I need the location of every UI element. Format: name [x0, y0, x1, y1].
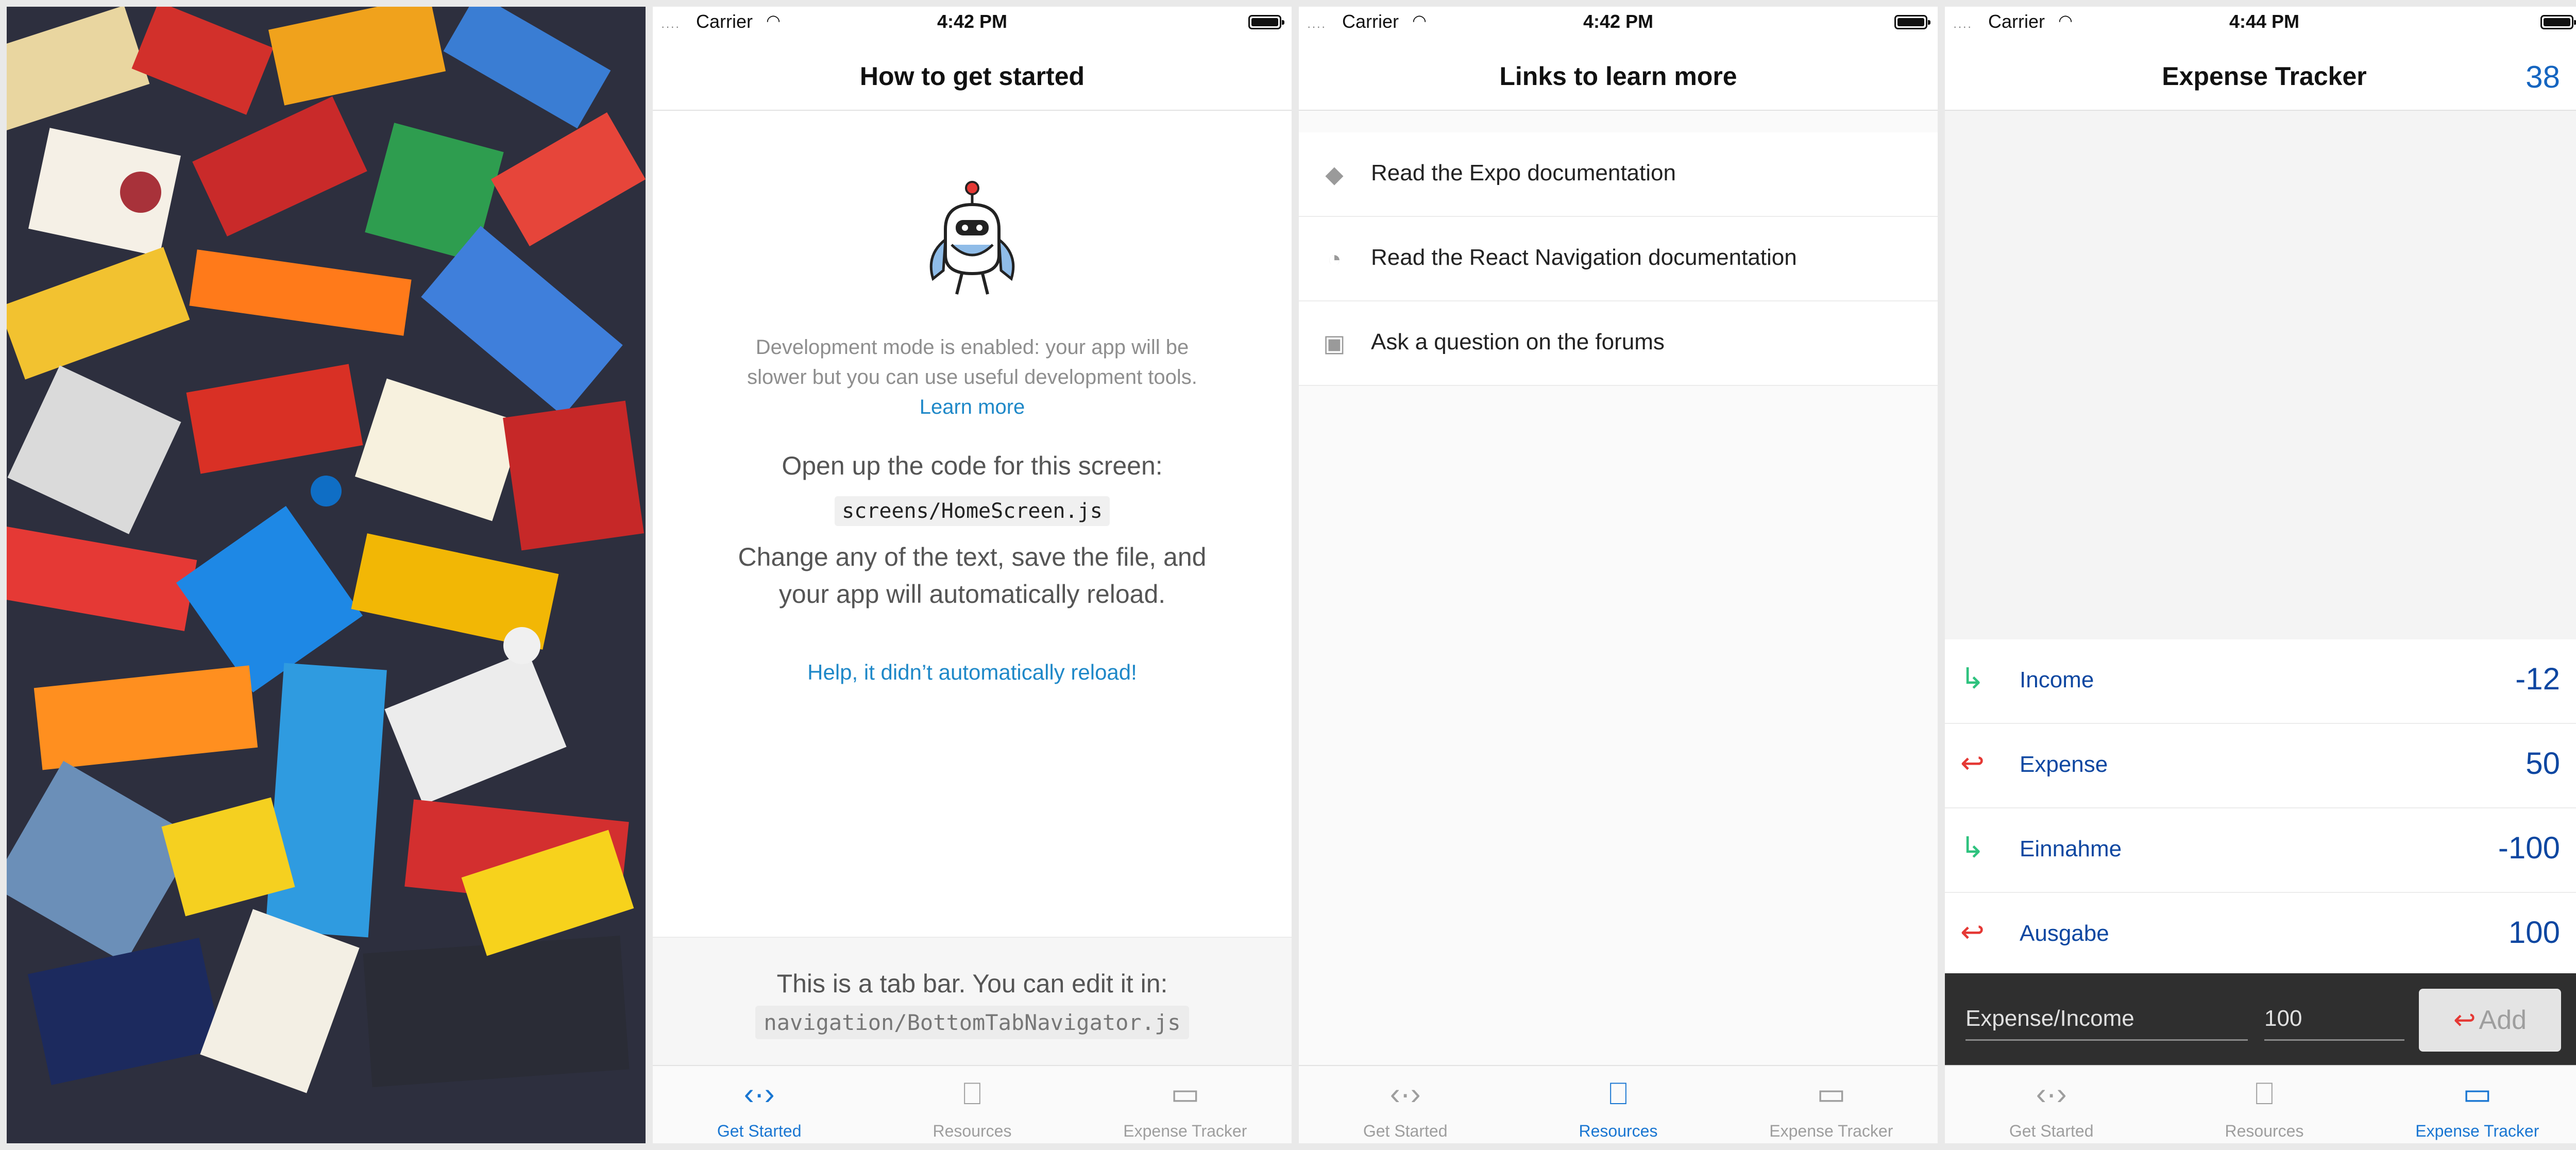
- nav-header: How to get started: [653, 38, 1292, 111]
- code-icon: ‹·›: [1389, 1076, 1421, 1111]
- expense-arrow-icon: ↩: [1960, 916, 1985, 948]
- expense-income-input[interactable]: Expense/Income: [1965, 1003, 2248, 1041]
- tab-resources[interactable]: ⎕ Resources: [1512, 1066, 1724, 1143]
- add-button-label: Add: [2479, 1005, 2527, 1035]
- expense-row-ausgabe[interactable]: ↩ Ausgabe 100: [1945, 893, 2576, 977]
- tab-label: Get Started: [2009, 1122, 2094, 1140]
- nav-header: Links to learn more: [1299, 38, 1938, 111]
- balance-total: 38: [2526, 60, 2560, 94]
- resources-content[interactable]: ◆ Read the Expo documentation ◔ Read the…: [1299, 111, 1938, 1066]
- nav-header: Expense Tracker 38: [1945, 38, 2576, 111]
- list-item-label: Read the Expo documentation: [1371, 160, 1676, 185]
- tab-get-started[interactable]: ‹·› Get Started: [653, 1066, 866, 1143]
- bricks-image: [7, 7, 646, 1143]
- tab-bar: ‹·› Get Started ⎕ Resources ▭ Expense Tr…: [653, 1065, 1292, 1143]
- help-reload-link[interactable]: Help, it didn’t automatically reload!: [653, 660, 1292, 685]
- expense-row-name: Ausgabe: [2020, 921, 2109, 946]
- status-time: 4:44 PM: [2229, 11, 2300, 32]
- tab-bar: ‹·› Get Started ⎕ Resources ▭ Expense Tr…: [1299, 1065, 1938, 1143]
- resources-screen: ···· Carrier ◠ 4:42 PM Links to learn mo…: [1299, 7, 1938, 1143]
- expense-row-expense[interactable]: ↩ Expense 50: [1945, 724, 2576, 808]
- code-icon: ‹·›: [743, 1076, 775, 1111]
- book-icon: ⎕: [2255, 1076, 2274, 1111]
- expense-list: ↳ Income -12 ↩ Expense 50 ↳ Einnahme -10…: [1945, 639, 2576, 977]
- learn-more-link[interactable]: Learn more: [920, 396, 1025, 418]
- status-bar: ···· Carrier ◠ 4:42 PM: [653, 7, 1292, 38]
- status-bar: ···· Carrier ◠ 4:42 PM: [1299, 7, 1938, 38]
- list-item-label: Ask a question on the forums: [1371, 329, 1665, 354]
- battery-icon: [2540, 15, 2576, 29]
- page-title: Expense Tracker: [2162, 62, 2367, 91]
- expense-row-name: Einnahme: [2020, 836, 2122, 861]
- battery-icon: [1248, 15, 1284, 29]
- tab-label: Resources: [933, 1122, 1012, 1140]
- tab-label: Expense Tracker: [1769, 1122, 1893, 1140]
- tab-expense-tracker[interactable]: ▭ Expense Tracker: [1725, 1066, 1938, 1143]
- expense-row-value: 50: [2526, 746, 2560, 781]
- amount-input[interactable]: 100: [2264, 1003, 2404, 1041]
- list-item-react-navigation-docs[interactable]: ◔ Read the React Navigation documentatio…: [1299, 217, 1938, 301]
- expense-row-value: 100: [2508, 915, 2560, 950]
- status-time: 4:42 PM: [1583, 11, 1654, 32]
- expense-tracker-screen: ···· Carrier ◠ 4:44 PM Expense Tracker 3…: [1945, 7, 2576, 1143]
- code-path-chip: screens/HomeScreen.js: [835, 496, 1110, 526]
- bricks-photo: [7, 7, 646, 1143]
- get-started-content[interactable]: Development mode is enabled: your app wi…: [653, 111, 1292, 937]
- bricks-image-art: [7, 7, 646, 1143]
- book-icon: ⎕: [1608, 1076, 1628, 1111]
- expense-empty-area: [1945, 111, 2576, 639]
- status-time: 4:42 PM: [937, 11, 1008, 32]
- open-code-text: Open up the code for this screen:: [782, 451, 1163, 480]
- money-icon: ▭: [2462, 1076, 2492, 1111]
- tab-expense-tracker[interactable]: ▭ Expense Tracker: [1079, 1066, 1292, 1143]
- page-title: Links to learn more: [1499, 62, 1737, 91]
- book-icon: ⎕: [962, 1076, 981, 1111]
- dev-mode-text: Development mode is enabled: your app wi…: [725, 332, 1219, 422]
- tab-label: Expense Tracker: [1123, 1122, 1247, 1140]
- add-arrow-icon: ↩: [2453, 1005, 2476, 1035]
- tab-label: Resources: [2225, 1122, 2304, 1140]
- tab-label: Get Started: [717, 1122, 802, 1140]
- expense-row-income[interactable]: ↳ Income -12: [1945, 639, 2576, 724]
- income-arrow-icon: ↳: [1960, 662, 1985, 695]
- dev-mode-message: Development mode is enabled: your app wi…: [747, 336, 1197, 388]
- robot-icon: [929, 181, 1015, 295]
- expense-row-value: -100: [2498, 831, 2560, 865]
- expense-row-name: Expense: [2020, 752, 2108, 777]
- chat-icon: ▣: [1323, 330, 1346, 357]
- add-button[interactable]: ↩ Add: [2419, 989, 2561, 1052]
- income-arrow-icon: ↳: [1960, 831, 1985, 864]
- add-entry-bar: Expense/Income 100 ↩ Add: [1945, 973, 2576, 1066]
- tab-bar-info: This is a tab bar. You can edit it in: n…: [653, 937, 1292, 1067]
- status-bar: ···· Carrier ◠ 4:44 PM: [1945, 7, 2576, 38]
- expense-arrow-icon: ↩: [1960, 747, 1985, 779]
- tab-get-started[interactable]: ‹·› Get Started: [1299, 1066, 1512, 1143]
- get-started-screen: ···· Carrier ◠ 4:42 PM How to get starte…: [653, 7, 1292, 1143]
- tab-resources[interactable]: ⎕ Resources: [866, 1066, 1078, 1143]
- tab-bar-info-text: This is a tab bar. You can edit it in:: [776, 969, 1168, 998]
- money-icon: ▭: [1170, 1076, 1200, 1111]
- tab-bar-info-path: navigation/BottomTabNavigator.js: [755, 1006, 1189, 1039]
- expense-row-einnahme[interactable]: ↳ Einnahme -100: [1945, 808, 2576, 893]
- tab-resources[interactable]: ⎕ Resources: [2158, 1066, 2370, 1143]
- tab-expense-tracker[interactable]: ▭ Expense Tracker: [2371, 1066, 2576, 1143]
- battery-icon: [1894, 15, 1930, 29]
- tab-get-started[interactable]: ‹·› Get Started: [1945, 1066, 2158, 1143]
- tab-label: Get Started: [1363, 1122, 1448, 1140]
- code-icon: ‹·›: [2036, 1076, 2067, 1111]
- tab-bar: ‹·› Get Started ⎕ Resources ▭ Expense Tr…: [1945, 1065, 2576, 1143]
- tab-label: Resources: [1579, 1122, 1658, 1140]
- money-icon: ▭: [1816, 1076, 1846, 1111]
- page-title: How to get started: [859, 62, 1085, 91]
- tab-label: Expense Tracker: [2415, 1122, 2539, 1140]
- list-item-expo-docs[interactable]: ◆ Read the Expo documentation: [1299, 132, 1938, 217]
- list-item-forums[interactable]: ▣ Ask a question on the forums: [1299, 301, 1938, 386]
- resources-list: ◆ Read the Expo documentation ◔ Read the…: [1299, 132, 1938, 386]
- compass-icon: ◔: [1327, 245, 1342, 272]
- expense-row-value: -12: [2515, 662, 2560, 696]
- list-item-label: Read the React Navigation documentation: [1371, 245, 1797, 270]
- expense-row-name: Income: [2020, 667, 2094, 692]
- change-text: Change any of the text, save the file, a…: [738, 543, 1207, 608]
- graduation-cap-icon: ◆: [1325, 161, 1344, 188]
